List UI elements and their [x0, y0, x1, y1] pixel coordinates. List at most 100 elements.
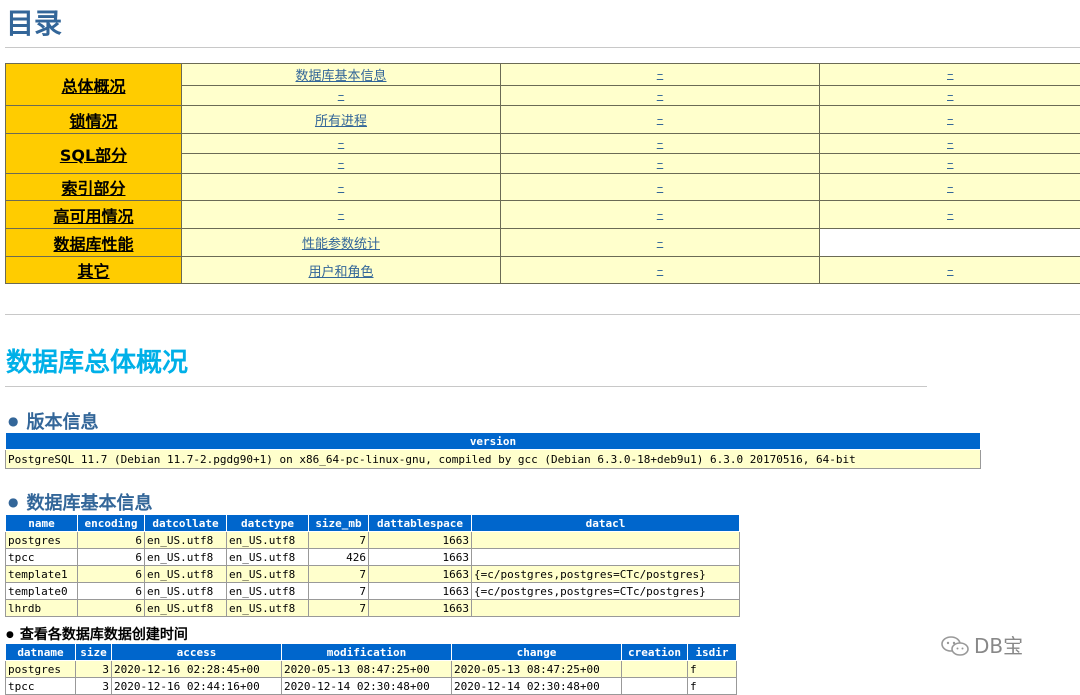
table-row: postgres6en_US.utf8en_US.utf871663 [6, 532, 740, 549]
cell: postgres [6, 532, 78, 549]
toc-category-locks[interactable]: 锁情况 [6, 106, 182, 134]
cell: 1663 [369, 549, 472, 566]
toc-link[interactable]: – [501, 106, 820, 134]
column-header: datctype [227, 515, 309, 532]
cell: en_US.utf8 [227, 583, 309, 600]
toc-link[interactable]: – [501, 174, 820, 201]
toc-link[interactable]: – [820, 257, 1080, 284]
cell: 2020-12-14 02:30:48+00 [282, 678, 452, 695]
column-header: size_mb [309, 515, 369, 532]
toc-category-ha[interactable]: 高可用情况 [6, 201, 182, 229]
cell: en_US.utf8 [145, 549, 227, 566]
cell: 1663 [369, 583, 472, 600]
divider [5, 386, 927, 387]
column-header: access [112, 644, 282, 661]
toc-link[interactable]: – [820, 134, 1080, 154]
cell: 6 [78, 583, 145, 600]
cell: lhrdb [6, 600, 78, 617]
toc-link[interactable]: – [182, 134, 501, 154]
divider [5, 314, 1080, 315]
cell: 7 [309, 532, 369, 549]
toc-link[interactable]: – [820, 64, 1080, 86]
cell: en_US.utf8 [227, 566, 309, 583]
cell: f [688, 661, 737, 678]
column-header: datcollate [145, 515, 227, 532]
toc-link[interactable]: 数据库基本信息 [182, 64, 501, 86]
cell: 1663 [369, 600, 472, 617]
cell: en_US.utf8 [145, 600, 227, 617]
toc-link[interactable]: 用户和角色 [182, 257, 501, 284]
cell: en_US.utf8 [227, 532, 309, 549]
cell: 2020-12-14 02:30:48+00 [452, 678, 622, 695]
toc-link[interactable]: – [182, 154, 501, 174]
cell: tpcc [6, 549, 78, 566]
cell: en_US.utf8 [145, 583, 227, 600]
cell: 2020-12-16 02:44:16+00 [112, 678, 282, 695]
table-row: postgres32020-12-16 02:28:45+002020-05-1… [6, 661, 737, 678]
toc-link[interactable]: – [501, 86, 820, 106]
toc-link[interactable]: – [501, 229, 820, 257]
ctime-table: datname size access modification change … [5, 643, 737, 695]
toc-link[interactable]: – [501, 134, 820, 154]
table-row: lhrdb6en_US.utf8en_US.utf871663 [6, 600, 740, 617]
toc-category-other[interactable]: 其它 [6, 257, 182, 284]
column-header: dattablespace [369, 515, 472, 532]
cell: 7 [309, 600, 369, 617]
cell [472, 600, 740, 617]
ctime-heading: ●查看各数据库数据创建时间 [6, 624, 188, 644]
cell: en_US.utf8 [227, 600, 309, 617]
divider [5, 47, 1080, 48]
toc-title: 目录 [6, 2, 62, 42]
bullet-icon: ● [8, 495, 18, 509]
version-table: version PostgreSQL 11.7 (Debian 11.7-2.p… [5, 432, 981, 469]
toc-category-indexes[interactable]: 索引部分 [6, 174, 182, 201]
dbinfo-table: name encoding datcollate datctype size_m… [5, 514, 740, 617]
toc-link[interactable]: – [501, 154, 820, 174]
toc-category-performance[interactable]: 数据库性能 [6, 229, 182, 257]
toc-link[interactable]: – [820, 86, 1080, 106]
column-header: version [6, 433, 981, 450]
toc-category-overview[interactable]: 总体概况 [6, 64, 182, 106]
cell [472, 532, 740, 549]
column-header: size [76, 644, 112, 661]
cell: en_US.utf8 [227, 549, 309, 566]
toc-link[interactable]: – [182, 86, 501, 106]
column-header: change [452, 644, 622, 661]
cell: 6 [78, 566, 145, 583]
overview-title: 数据库总体概况 [6, 342, 188, 379]
toc-link[interactable]: 性能参数统计 [182, 229, 501, 257]
column-header: modification [282, 644, 452, 661]
cell: {=c/postgres,postgres=CTc/postgres} [472, 566, 740, 583]
table-row: tpcc32020-12-16 02:44:16+002020-12-14 02… [6, 678, 737, 695]
cell: tpcc [6, 678, 76, 695]
cell: {=c/postgres,postgres=CTc/postgres} [472, 583, 740, 600]
toc-category-sql[interactable]: SQL部分 [6, 134, 182, 174]
table-row: template06en_US.utf8en_US.utf871663{=c/p… [6, 583, 740, 600]
toc-link[interactable]: – [501, 64, 820, 86]
toc-link[interactable]: 所有进程 [182, 106, 501, 134]
cell: 7 [309, 566, 369, 583]
watermark: DB宝 [940, 630, 1023, 659]
version-value: PostgreSQL 11.7 (Debian 11.7-2.pgdg90+1)… [6, 450, 981, 469]
cell: 2020-05-13 08:47:25+00 [282, 661, 452, 678]
cell: 2020-12-16 02:28:45+00 [112, 661, 282, 678]
cell: 6 [78, 600, 145, 617]
toc-link[interactable]: – [820, 174, 1080, 201]
toc-link[interactable]: – [820, 201, 1080, 229]
column-header: creation [622, 644, 688, 661]
toc-link[interactable]: – [820, 106, 1080, 134]
cell: en_US.utf8 [145, 566, 227, 583]
toc-link[interactable]: – [820, 154, 1080, 174]
dbinfo-heading: ●数据库基本信息 [8, 489, 152, 515]
cell: 7 [309, 583, 369, 600]
toc-link[interactable]: – [182, 201, 501, 229]
cell: 1663 [369, 566, 472, 583]
column-header: name [6, 515, 78, 532]
toc-link[interactable]: – [501, 257, 820, 284]
cell: 3 [76, 661, 112, 678]
cell [472, 549, 740, 566]
cell: 6 [78, 532, 145, 549]
cell: template0 [6, 583, 78, 600]
toc-link[interactable]: – [182, 174, 501, 201]
toc-link[interactable]: – [501, 201, 820, 229]
